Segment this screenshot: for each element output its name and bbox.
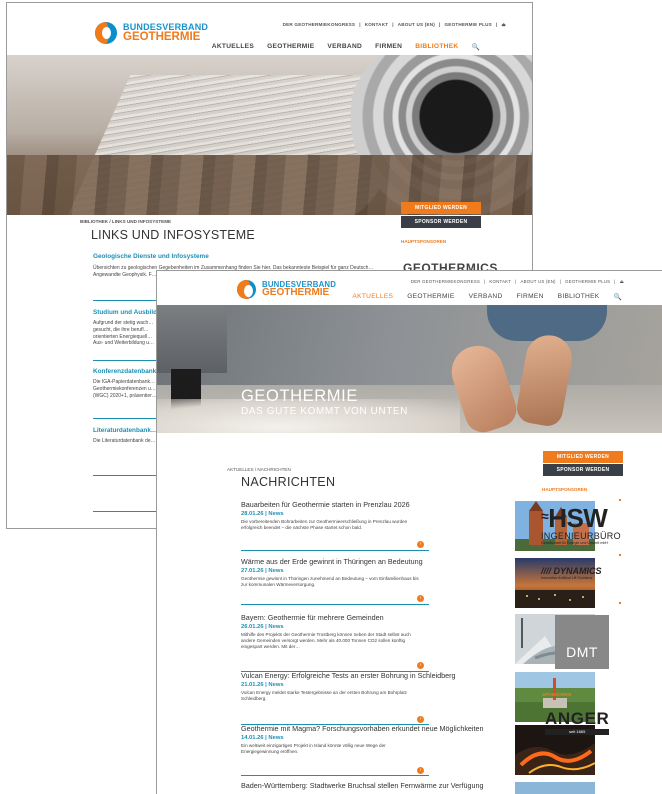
sponsor-section-label: HAUPTSPONSOREN bbox=[401, 239, 447, 244]
front-hero-image-feet: GEOTHERMIE DAS GUTE KOMMT VON UNTEN bbox=[157, 305, 662, 433]
read-more-icon[interactable]: › bbox=[417, 595, 424, 602]
nav-bibliothek[interactable]: BIBLIOTHEK bbox=[415, 43, 458, 51]
back-utility-nav: DER GEOTHERMIEKONGRESS | KONTAKT | ABOUT… bbox=[282, 22, 506, 28]
back-site-logo[interactable]: BUNDESVERBAND GEOTHERMIE bbox=[95, 22, 208, 44]
news-item[interactable]: Vulcan Energy: Erfolgreiche Tests an ers… bbox=[241, 671, 595, 725]
nav-firmen[interactable]: FIRMEN bbox=[375, 43, 402, 51]
news-date: 26.01.26 | News bbox=[241, 623, 284, 630]
sponsor-logo-hsw[interactable]: ≈HSW INGENIEURBÜRO Gesellschaft für Ener… bbox=[541, 505, 621, 545]
news-date: 21.01.26 | News bbox=[241, 681, 284, 688]
news-item[interactable]: Bayern: Geothermie für mehrere Gemeinden… bbox=[241, 613, 595, 672]
utility-link-plus[interactable]: GEOTHERMIE PLUS bbox=[445, 22, 492, 28]
logo-text-bottom: GEOTHERMIE bbox=[123, 30, 201, 43]
news-item[interactable]: Wärme aus der Erde gewinnt in Thüringen … bbox=[241, 557, 595, 608]
utility-link-kongress[interactable]: DER GEOTHERMIEKONGRESS bbox=[411, 279, 480, 285]
sponsor-button[interactable]: SPONSOR WERDEN bbox=[401, 216, 481, 228]
breadcrumb[interactable]: AKTUELLES / NACHRICHTEN bbox=[227, 467, 291, 472]
page-title: NACHRICHTEN bbox=[241, 475, 336, 489]
main-sponsor-label: HAUPTSPONSOREN bbox=[542, 487, 588, 492]
sponsor-logo-dynamics[interactable]: //// DYNAMICS Innovative Artificial Lift… bbox=[541, 566, 602, 580]
section-title-geologische-dienste[interactable]: Geologische Dienste und Infosysteme bbox=[93, 253, 209, 260]
nav-geothermie[interactable]: GEOTHERMIE bbox=[267, 43, 314, 51]
front-utility-nav: DER GEOTHERMIEKONGRESS | KONTAKT | ABOUT… bbox=[410, 279, 624, 285]
nav-verband[interactable]: VERBAND bbox=[327, 43, 362, 51]
front-site-header: BUNDESVERBAND GEOTHERMIE DER GEOTHERMIEK… bbox=[157, 271, 662, 305]
news-teaser: Vulcan Energy meldet starke Testergebnis… bbox=[241, 689, 407, 702]
news-title[interactable]: Vulcan Energy: Erfolgreiche Tests an ers… bbox=[241, 671, 511, 681]
news-date: 28.01.26 | News bbox=[241, 510, 284, 517]
nav-geothermie[interactable]: GEOTHERMIE bbox=[407, 293, 454, 301]
member-button[interactable]: MITGLIED WERDEN bbox=[543, 451, 623, 463]
sponsor-label: SPONSOREN bbox=[542, 692, 572, 697]
news-teaser: Ein weltweit einzigartiges Projekt in Is… bbox=[241, 742, 386, 755]
back-site-header: BUNDESVERBAND GEOTHERMIE DER GEOTHERMIEK… bbox=[7, 3, 532, 55]
news-item[interactable]: Geothermie mit Magma? Forschungsvorhaben… bbox=[241, 724, 595, 776]
bvg-logo-icon bbox=[95, 22, 117, 44]
search-icon[interactable]: 🔍 bbox=[471, 43, 480, 51]
utility-link-kontakt[interactable]: KONTAKT bbox=[365, 22, 389, 28]
news-teaser: Die vorbereitenden Bohrarbeiten zur Geot… bbox=[241, 518, 408, 531]
login-icon[interactable]: ⏏ bbox=[620, 279, 624, 285]
news-divider bbox=[241, 550, 429, 551]
section-text: Die Literaturdatenbank de… bbox=[93, 438, 156, 444]
news-date: 27.01.26 | News bbox=[241, 567, 284, 574]
news-teaser: Mithilfe des Projekts der Geothermie Tro… bbox=[241, 631, 411, 650]
section-text: Aufgrund der stetig wach… gesucht, die i… bbox=[93, 320, 155, 347]
news-teaser: Geothermie gewinnt in Thüringen zunehmen… bbox=[241, 575, 419, 588]
read-more-icon[interactable]: › bbox=[417, 541, 424, 548]
section-title-studium[interactable]: Studium und Ausbild… bbox=[93, 309, 163, 316]
page-title: LINKS UND INFOSYSTEME bbox=[91, 228, 255, 242]
utility-link-kongress[interactable]: DER GEOTHERMIEKONGRESS bbox=[283, 22, 356, 28]
member-button[interactable]: MITGLIED WERDEN bbox=[401, 202, 481, 214]
section-title-literaturdatenbank[interactable]: Literaturdatenbank… bbox=[93, 427, 157, 434]
news-image-bruchsal[interactable] bbox=[515, 782, 595, 794]
utility-link-plus[interactable]: GEOTHERMIE PLUS bbox=[565, 279, 610, 285]
nav-firmen[interactable]: FIRMEN bbox=[517, 293, 544, 301]
section-text: Die IGA-Papierdatenbank… Geothermiekonfe… bbox=[93, 379, 157, 399]
breadcrumb[interactable]: BIBLIOTHEK / LINKS UND INFOSYSTEME bbox=[80, 219, 171, 224]
nav-aktuelles[interactable]: AKTUELLES bbox=[212, 43, 254, 51]
back-hero-image-magazine bbox=[7, 55, 532, 215]
nav-aktuelles[interactable]: AKTUELLES bbox=[352, 293, 393, 301]
utility-link-kontakt[interactable]: KONTAKT bbox=[489, 279, 511, 285]
news-title[interactable]: Bayern: Geothermie für mehrere Gemeinden bbox=[241, 613, 511, 623]
news-title[interactable]: Geothermie mit Magma? Forschungsvorhaben… bbox=[241, 724, 511, 734]
utility-link-about[interactable]: ABOUT US (EN) bbox=[521, 279, 556, 285]
back-main-nav: AKTUELLES GEOTHERMIE VERBAND FIRMEN BIBL… bbox=[212, 43, 480, 51]
section-title-konferenzdatenbank[interactable]: Konferenzdatenbank… bbox=[93, 368, 163, 375]
front-browser-window: BUNDESVERBAND GEOTHERMIE DER GEOTHERMIEK… bbox=[156, 270, 662, 794]
dynamics-stripes-icon: //// bbox=[541, 566, 554, 576]
sponsor-logo-anger[interactable]: ANGER seit 1865 bbox=[545, 709, 610, 735]
news-divider bbox=[241, 604, 429, 605]
front-site-logo[interactable]: BUNDESVERBAND GEOTHERMIE bbox=[237, 280, 336, 299]
hero-title: GEOTHERMIE bbox=[241, 387, 358, 405]
news-item[interactable]: Bauarbeiten für Geothermie starten in Pr… bbox=[241, 500, 595, 551]
utility-link-about[interactable]: ABOUT US (EN) bbox=[398, 22, 435, 28]
search-icon[interactable]: 🔍 bbox=[613, 293, 622, 301]
hero-subtitle: DAS GUTE KOMMT VON UNTEN bbox=[241, 406, 409, 417]
read-more-icon[interactable]: › bbox=[417, 767, 424, 774]
sponsor-logo-dmt[interactable]: DMT bbox=[555, 615, 609, 669]
bvg-logo-icon bbox=[237, 280, 256, 299]
nav-verband[interactable]: VERBAND bbox=[469, 293, 503, 301]
login-icon[interactable]: ⏏ bbox=[501, 22, 506, 28]
read-more-icon[interactable]: › bbox=[417, 716, 424, 723]
read-more-icon[interactable]: › bbox=[417, 662, 424, 669]
news-title[interactable]: Wärme aus der Erde gewinnt in Thüringen … bbox=[241, 557, 511, 567]
news-date: 14.01.26 | News bbox=[241, 734, 284, 741]
news-title[interactable]: Baden-Württemberg: Stadtwerke Bruchsal s… bbox=[241, 781, 511, 791]
logo-text-bottom: GEOTHERMIE bbox=[262, 287, 330, 299]
news-divider bbox=[241, 775, 429, 776]
news-item[interactable]: Baden-Württemberg: Stadtwerke Bruchsal s… bbox=[241, 781, 595, 794]
nav-bibliothek[interactable]: BIBLIOTHEK bbox=[558, 293, 600, 301]
news-title[interactable]: Bauarbeiten für Geothermie starten in Pr… bbox=[241, 500, 511, 510]
sponsor-button[interactable]: SPONSOR WERDEN bbox=[543, 464, 623, 476]
front-main-nav: AKTUELLES GEOTHERMIE VERBAND FIRMEN BIBL… bbox=[352, 293, 622, 301]
